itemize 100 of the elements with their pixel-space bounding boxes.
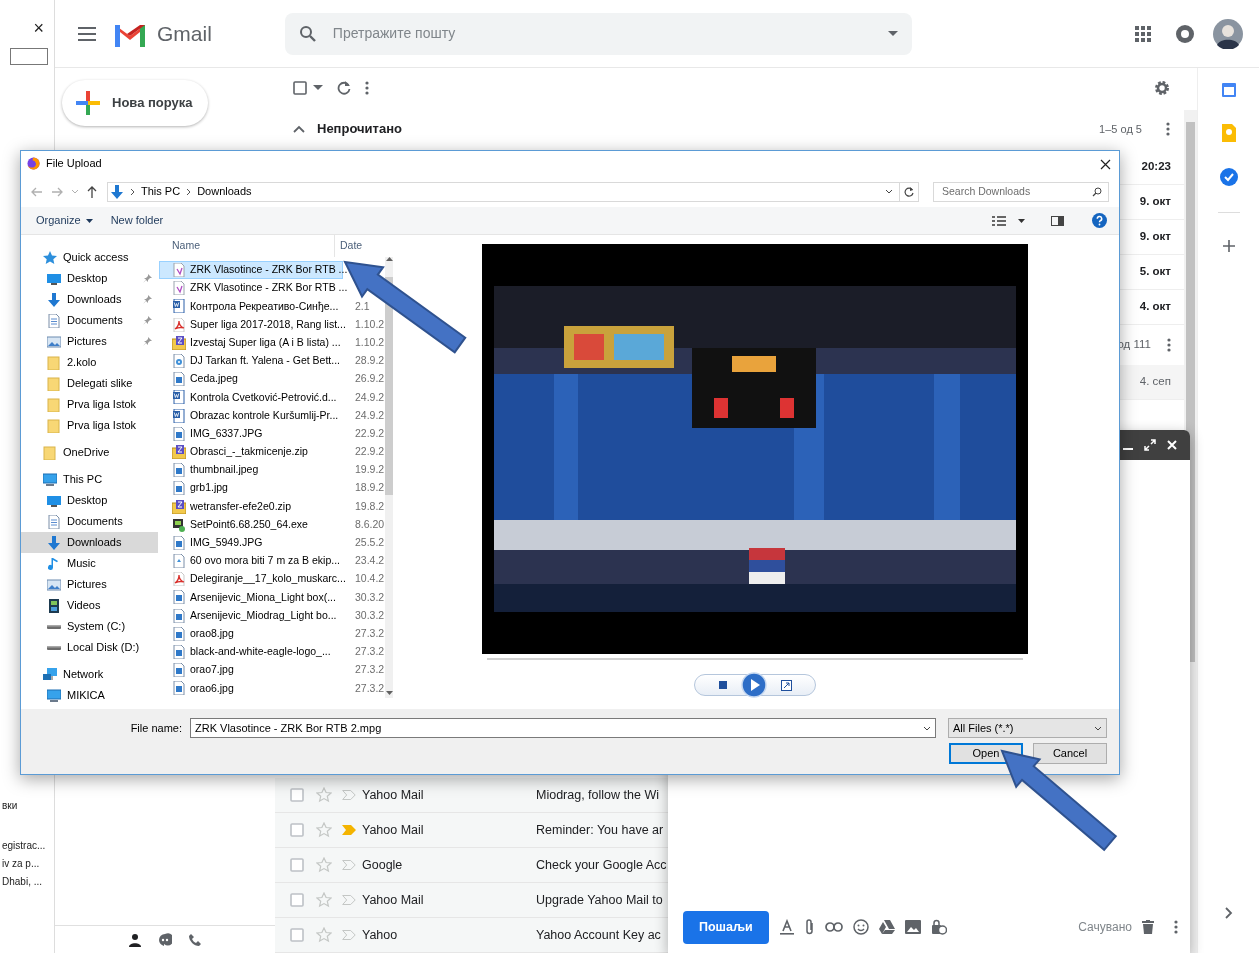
- close-button[interactable]: ×: [33, 18, 44, 38]
- scrollbar[interactable]: [385, 257, 394, 698]
- nav-item[interactable]: Prva liga Istok: [21, 394, 158, 415]
- settings-icon[interactable]: [1154, 80, 1170, 96]
- file-row[interactable]: Arsenijevic_Miona_Light box(... 30.3.2: [159, 588, 386, 607]
- file-row[interactable]: 60 ovo mora biti 7 m za B ekip... 23.4.2: [159, 552, 386, 571]
- file-row[interactable]: orao7.jpg 27.3.2: [159, 661, 386, 680]
- nav-item[interactable]: Local Disk (D:): [21, 637, 158, 658]
- close-icon[interactable]: [1100, 158, 1111, 170]
- smiley-icon[interactable]: [852, 919, 869, 935]
- compose-button[interactable]: Нова порука: [62, 80, 208, 126]
- apps-icon[interactable]: [1135, 25, 1151, 42]
- nav-item[interactable]: Videos: [21, 595, 158, 616]
- importance-marker-icon[interactable]: [342, 895, 356, 905]
- nav-item[interactable]: 2.kolo: [21, 352, 158, 373]
- nav-item[interactable]: Documents: [21, 310, 158, 331]
- file-row[interactable]: orao8.jpg 27.3.2: [159, 624, 386, 643]
- caret-icon[interactable]: [1018, 218, 1025, 223]
- chevron-up-icon[interactable]: [293, 125, 305, 133]
- nav-item[interactable]: Desktop: [21, 490, 158, 511]
- pin-icon[interactable]: [143, 337, 152, 346]
- file-row[interactable]: Obrasci_-_takmicenje.zip 22.9.2: [159, 442, 386, 462]
- chevron-down-icon[interactable]: [385, 690, 393, 695]
- up-arrow-icon[interactable]: [87, 185, 97, 198]
- nav-item[interactable]: Desktop: [21, 268, 158, 289]
- file-row[interactable]: Kontrola Cvetković-Petrović.d... 24.9.2: [159, 388, 386, 407]
- input-field[interactable]: [10, 48, 48, 65]
- chevron-up-icon[interactable]: [385, 257, 393, 261]
- search-icon[interactable]: [298, 24, 317, 43]
- trash-icon[interactable]: [1142, 920, 1154, 934]
- file-row[interactable]: Контрола Рекреативо-Синђе... 2.1: [159, 297, 386, 316]
- file-row[interactable]: orao6.jpg 27.3.2: [159, 679, 386, 698]
- play-icon[interactable]: [740, 672, 767, 698]
- nav-item[interactable]: Downloads: [21, 532, 158, 553]
- nav-item[interactable]: Downloads: [21, 289, 158, 310]
- refresh-icon[interactable]: [337, 81, 351, 95]
- image-icon[interactable]: [904, 920, 921, 934]
- pin-icon[interactable]: [143, 316, 152, 325]
- file-row[interactable]: Izvestaj Super liga (A i B lista) ... 1.10.2: [159, 333, 386, 352]
- send-button[interactable]: Пошаљи: [683, 910, 769, 944]
- file-row[interactable]: wetransfer-efe2e0.zip 19.8.2: [159, 497, 386, 516]
- importance-marker-icon[interactable]: [342, 790, 356, 800]
- pin-icon[interactable]: [143, 295, 152, 304]
- column-header[interactable]: Name: [159, 235, 335, 257]
- star-icon[interactable]: [316, 822, 332, 838]
- nav-item[interactable]: Music: [21, 553, 158, 574]
- organize-menu[interactable]: Organize: [36, 212, 93, 229]
- view-options-icon[interactable]: [992, 215, 1006, 226]
- file-row[interactable]: Super liga 2017-2018, Rang list... 1.10.2: [159, 315, 386, 334]
- more-icon[interactable]: [1167, 338, 1171, 352]
- file-row[interactable]: Delegiranje__17_kolo_muskarc... 10.4.2: [159, 570, 386, 589]
- column-header[interactable]: Date: [335, 238, 363, 254]
- caret-icon[interactable]: [313, 85, 323, 91]
- new-folder-button[interactable]: New folder: [110, 212, 164, 229]
- chat-bubble-icon[interactable]: [158, 932, 172, 947]
- nav-item[interactable]: Pictures: [21, 331, 158, 352]
- file-row[interactable]: Arsenijevic_Miodrag_Light bo... 30.3.2: [159, 606, 386, 625]
- nav-item[interactable]: Quick access: [21, 247, 158, 268]
- nav-item[interactable]: Pictures: [21, 574, 158, 595]
- checkbox[interactable]: [290, 893, 304, 907]
- nav-item[interactable]: Network: [21, 664, 158, 685]
- account-icon[interactable]: [1175, 23, 1195, 44]
- file-row[interactable]: SetPoint6.68.250_64.exe 8.6.20: [159, 515, 386, 534]
- nav-item[interactable]: MIKICA: [21, 685, 158, 706]
- section-title[interactable]: Непрочитано: [317, 119, 402, 139]
- file-row[interactable]: black-and-white-eagle-logo_... 27.3.2: [159, 642, 386, 662]
- caret-icon[interactable]: [887, 30, 898, 37]
- checkbox[interactable]: [293, 81, 307, 95]
- file-row[interactable]: grb1.jpg 18.9.2: [159, 479, 386, 498]
- calendar-icon[interactable]: [1220, 82, 1237, 98]
- more-icon[interactable]: [1166, 122, 1170, 136]
- file-row[interactable]: IMG_6337.JPG 22.9.2: [159, 424, 386, 443]
- link-icon[interactable]: [824, 922, 843, 932]
- help-icon[interactable]: [1092, 213, 1107, 228]
- importance-marker-icon[interactable]: [342, 930, 356, 940]
- checkbox[interactable]: [290, 788, 304, 802]
- file-type-dropdown[interactable]: All Files (*.*): [948, 718, 1107, 738]
- nav-item[interactable]: OneDrive: [21, 442, 158, 463]
- lock-clock-icon[interactable]: [930, 919, 947, 935]
- file-row[interactable]: DJ Tarkan ft. Yalena - Get Bett... 28.9.2: [159, 351, 386, 371]
- avatar[interactable]: [1213, 18, 1243, 49]
- tasks-icon[interactable]: [1219, 168, 1238, 186]
- person-icon[interactable]: [128, 932, 142, 947]
- file-row[interactable]: thumbnail.jpeg 19.9.2: [159, 461, 386, 480]
- file-row[interactable]: IMG_5949.JPG 25.5.2: [159, 533, 386, 552]
- nav-item[interactable]: System (C:): [21, 616, 158, 637]
- preview-pane-icon[interactable]: [1051, 215, 1064, 226]
- file-row[interactable]: Ceda.jpeg 26.9.2: [159, 370, 386, 389]
- breadcrumb[interactable]: Downloads: [197, 183, 252, 200]
- file-row[interactable]: Obrazac kontrole Kuršumlij-Pr... 24.9.2: [159, 406, 386, 425]
- nav-item[interactable]: This PC: [21, 469, 158, 490]
- star-icon[interactable]: [316, 787, 332, 803]
- refresh-button[interactable]: [899, 181, 919, 202]
- cancel-button[interactable]: Cancel: [1033, 743, 1107, 764]
- caret-icon[interactable]: [885, 189, 893, 194]
- importance-marker-icon[interactable]: [342, 825, 356, 835]
- text-format-icon[interactable]: [778, 919, 795, 935]
- search-field[interactable]: Претражите пошту: [330, 22, 874, 45]
- chevron-right-icon[interactable]: [1224, 907, 1233, 919]
- search-icon[interactable]: [1092, 186, 1102, 197]
